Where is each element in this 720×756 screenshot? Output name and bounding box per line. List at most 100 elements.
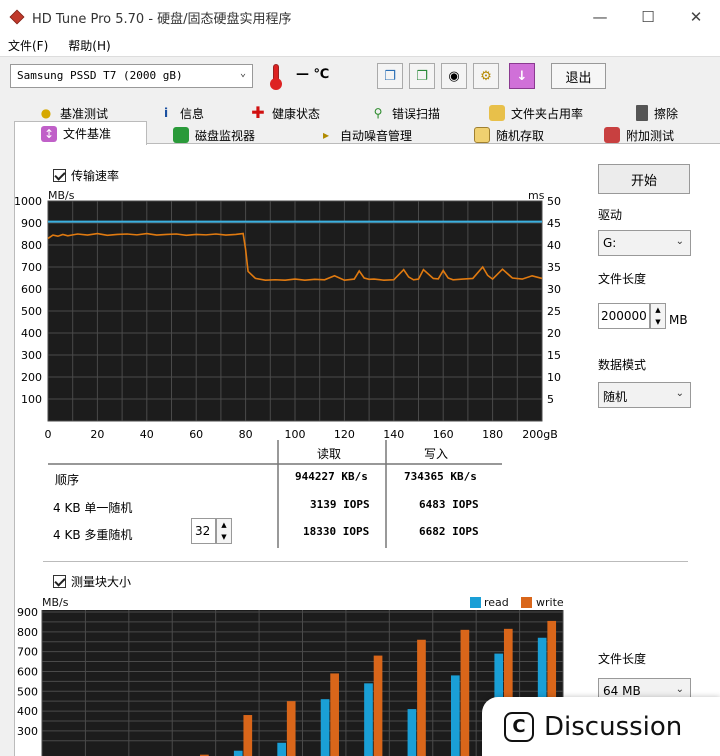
write-bar (417, 639, 426, 756)
write-bar (243, 715, 253, 756)
gears-icon: ⚙ (480, 68, 492, 84)
checkbox-checked-icon (53, 169, 66, 182)
y-left-tick: 500 (21, 305, 42, 318)
y-left-tick: 700 (21, 261, 42, 274)
file-length-label: 文件长度 (598, 272, 647, 286)
chevron-down-icon: ⌄ (239, 68, 246, 79)
row-sequential-label: 顺序 (55, 473, 80, 487)
y-right-tick: 35 (547, 261, 561, 274)
data-mode-label: 数据模式 (598, 358, 647, 372)
queue-depth-input[interactable]: 32 (191, 518, 216, 544)
row-4k-multi-read: 18330 IOPS (303, 525, 370, 538)
y-right-tick: 30 (547, 283, 561, 296)
block-y-tick: 700 (17, 646, 38, 659)
close-button[interactable]: ✕ (672, 0, 720, 34)
discussion-c-icon: C (504, 711, 534, 742)
y-right-tick: 15 (547, 349, 561, 362)
minimize-button[interactable]: — (576, 0, 624, 34)
toolbar: Samsung PSSD T7 (2000 gB) ⌄ — ℃ ❐ ❐ ◉ ⚙ … (0, 56, 720, 96)
tab-error-scan[interactable]: ⚲ 错误扫描 (370, 102, 440, 124)
drive-select[interactable]: Samsung PSSD T7 (2000 gB) ⌄ (10, 64, 253, 88)
menu-file[interactable]: 文件(F) (8, 37, 48, 54)
menu-bar: 文件(F) 帮助(H) (0, 34, 720, 56)
start-button[interactable]: 开始 (598, 164, 690, 194)
block-y-tick: 400 (17, 705, 38, 718)
random-access-icon (474, 127, 490, 143)
maximize-button[interactable]: ☐ (624, 0, 672, 34)
save-button[interactable]: ↓ (509, 63, 535, 89)
data-mode-select[interactable]: 随机 ⌄ (598, 382, 691, 408)
download-arrow-icon: ↓ (516, 68, 528, 84)
write-bar (286, 701, 296, 756)
y-right-tick: 25 (547, 305, 561, 318)
y-left-tick: 100 (21, 393, 42, 406)
menu-help[interactable]: 帮助(H) (68, 37, 110, 54)
thermometer-icon (266, 64, 286, 90)
drive-letter-select[interactable]: G: ⌄ (598, 230, 691, 256)
tab-health[interactable]: ✚ 健康状态 (250, 102, 320, 124)
y-right-tick: 45 (547, 217, 561, 230)
x-tick: 200gB (522, 428, 558, 441)
section-divider (43, 561, 688, 562)
queue-depth-spinner[interactable]: ▲ ▼ (216, 518, 232, 544)
spin-down-icon: ▼ (221, 533, 227, 541)
row-4k-single-write: 6483 IOPS (419, 498, 479, 511)
block-size-checkbox[interactable]: 测量块大小 (53, 573, 131, 590)
tab-erase[interactable]: 擦除 (636, 102, 678, 124)
y-right-tick: 5 (547, 393, 554, 406)
copy-all-icon: ❐ (416, 68, 428, 84)
transfer-rate-checkbox[interactable]: 传输速率 (53, 167, 119, 184)
y-left-tick: 200 (21, 371, 42, 384)
read-bar (320, 699, 330, 756)
transfer-rate-chart: 1000 900 800 700 600 500 400 300 200 100 50 45 40 35 3… (14, 195, 561, 441)
file-length-spinner[interactable]: ▲ ▼ (650, 303, 666, 329)
y-left-tick: 400 (21, 327, 42, 340)
read-bar (407, 709, 417, 756)
trash-icon (636, 105, 648, 121)
tab-folder-usage[interactable]: 文件夹占用率 (489, 102, 583, 124)
chevron-down-icon: ⌄ (675, 236, 684, 247)
chevron-down-icon: ⌄ (675, 388, 684, 399)
health-cross-icon: ✚ (251, 103, 265, 122)
y-right-tick: 50 (547, 195, 561, 208)
tab-file-benchmark[interactable]: ↕ 文件基准 (14, 121, 147, 145)
tab-info[interactable]: i 信息 (158, 102, 204, 124)
speaker-icon: ▸ (322, 128, 330, 142)
screenshot-button[interactable]: ◉ (441, 63, 467, 89)
drive-select-value: Samsung PSSD T7 (2000 gB) (17, 69, 183, 82)
row-4k-multi-write: 6682 IOPS (419, 525, 479, 538)
row-4k-single-read: 3139 IOPS (310, 498, 370, 511)
read-bar (364, 683, 373, 756)
row-4k-single-label: 4 KB 单一随机 (53, 501, 133, 515)
file-length-input[interactable]: 200000 (598, 303, 650, 329)
read-bar (233, 750, 243, 756)
spin-down-icon: ▼ (655, 318, 661, 326)
read-bar (277, 742, 287, 756)
read-header: 读取 (317, 447, 342, 461)
options-button[interactable]: ⚙ (473, 63, 499, 89)
copy-all-button[interactable]: ❐ (409, 63, 435, 89)
block-y-tick: 300 (17, 725, 38, 738)
write-bar (330, 673, 339, 756)
row-sequential-read: 944227 KB/s (295, 470, 368, 483)
row-sequential-write: 734365 KB/s (404, 470, 477, 483)
title-bar: HD Tune Pro 5.70 - 硬盘/固态硬盘实用程序 — ☐ ✕ (0, 0, 720, 34)
info-icon: i (163, 106, 169, 120)
y-left-tick: 600 (21, 283, 42, 296)
file-benchmark-icon: ↕ (41, 125, 57, 142)
camera-icon: ◉ (448, 68, 460, 84)
copy-info-button[interactable]: ❐ (377, 63, 403, 89)
block-y-tick: 800 (17, 626, 38, 639)
block-y-tick: 900 (17, 606, 38, 619)
y-left-tick: 900 (21, 217, 42, 230)
read-bar (450, 675, 460, 756)
exit-button[interactable]: 退出 (551, 63, 606, 89)
row-4k-multi-label: 4 KB 多重随机 (53, 528, 133, 542)
bulb-icon: ● (40, 106, 52, 120)
file-length-unit: MB (669, 313, 688, 327)
discussion-button[interactable]: C Discussion (482, 697, 720, 756)
y-right-tick: 40 (547, 239, 561, 252)
spin-up-icon: ▲ (221, 521, 227, 529)
y-left-tick: 800 (21, 239, 42, 252)
block-y-tick: 500 (17, 685, 38, 698)
